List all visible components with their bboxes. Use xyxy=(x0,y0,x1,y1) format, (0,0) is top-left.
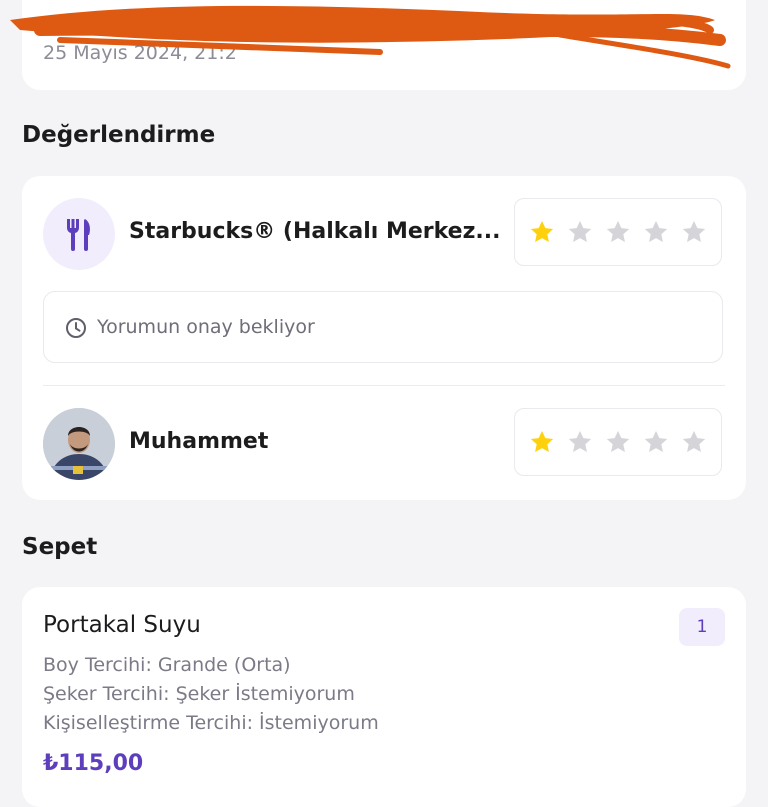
star-icon[interactable] xyxy=(567,219,593,245)
rating-card: Starbucks® (Halkalı Merkez... Yorumun on… xyxy=(22,176,746,500)
restaurant-name: Starbucks® (Halkalı Merkez... xyxy=(129,219,501,244)
star-icon[interactable] xyxy=(529,429,555,455)
order-date: 25 Mayıs 2024, 21:2 xyxy=(43,42,237,64)
star-icon[interactable] xyxy=(681,219,707,245)
quantity-badge: 1 xyxy=(679,608,725,646)
product-option: Şeker Tercihi: Şeker İstemiyorum xyxy=(43,683,355,705)
basket-item-card: Portakal Suyu 1 Boy Tercihi: Grande (Ort… xyxy=(22,587,746,807)
product-option: Kişiselleştirme Tercihi: İstemiyorum xyxy=(43,712,379,734)
clock-icon xyxy=(66,318,86,338)
star-icon[interactable] xyxy=(605,219,631,245)
courier-avatar xyxy=(43,408,115,480)
courier-name: Muhammet xyxy=(129,429,269,454)
product-name: Portakal Suyu xyxy=(43,612,201,638)
basket-section-title: Sepet xyxy=(22,534,98,560)
courier-star-rating[interactable] xyxy=(514,408,722,476)
star-icon[interactable] xyxy=(643,219,669,245)
divider xyxy=(43,385,725,386)
star-icon[interactable] xyxy=(605,429,631,455)
product-price: ₺115,00 xyxy=(43,751,144,776)
restaurant-star-rating[interactable] xyxy=(514,198,722,266)
star-icon[interactable] xyxy=(643,429,669,455)
product-option: Boy Tercihi: Grande (Orta) xyxy=(43,654,291,676)
courier-photo xyxy=(43,408,115,480)
restaurant-avatar xyxy=(43,198,115,270)
star-icon[interactable] xyxy=(529,219,555,245)
star-icon[interactable] xyxy=(681,429,707,455)
rating-section-title: Değerlendirme xyxy=(22,122,216,148)
comment-status-text: Yorumun onay bekliyor xyxy=(97,316,315,338)
order-info-card: 25 Mayıs 2024, 21:2 xyxy=(22,0,746,90)
star-icon[interactable] xyxy=(567,429,593,455)
fork-knife-icon xyxy=(66,219,90,251)
comment-status-box: Yorumun onay bekliyor xyxy=(43,291,723,363)
